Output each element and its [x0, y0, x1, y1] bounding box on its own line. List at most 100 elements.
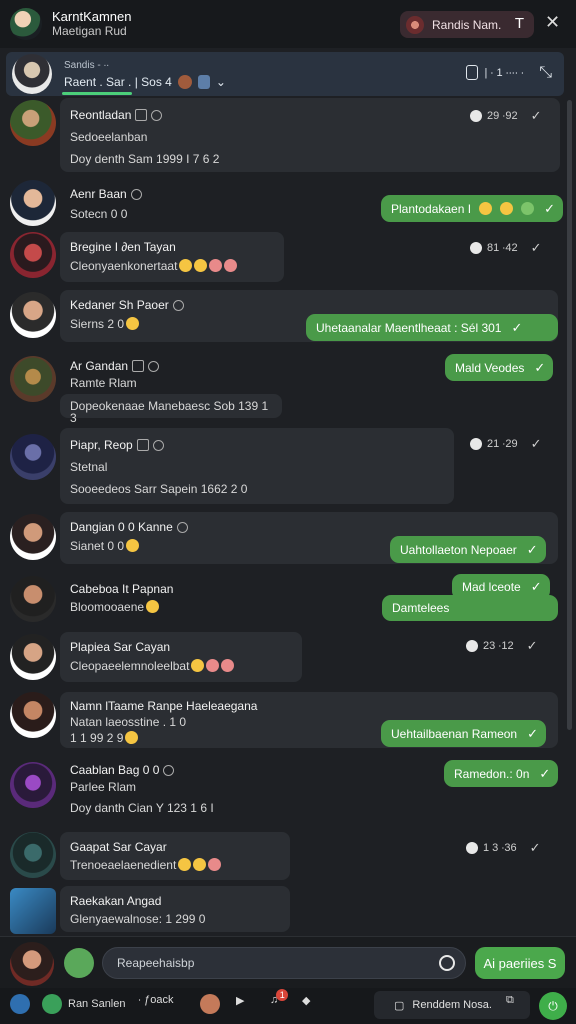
bottom-item-feedback[interactable]: ∙ ƒoack	[138, 994, 173, 1006]
attach-icon[interactable]	[439, 955, 455, 971]
info-icon	[172, 300, 184, 311]
message-row[interactable]: Reontladan Sedoeelanban Doy denth Sam 19…	[0, 98, 566, 174]
user-avatar[interactable]	[10, 942, 54, 986]
avatar[interactable]	[10, 232, 56, 278]
send-button[interactable]: Ai paeriies S	[475, 947, 565, 979]
avatar[interactable]	[10, 100, 56, 146]
sender-name-text: Dangian 0 0 Kanne	[70, 520, 173, 534]
message-bubble[interactable]: Raekakan Angad Glenyaewalnose: 1 299 0	[60, 886, 290, 932]
pill-avatar	[406, 15, 424, 34]
avatar[interactable]	[10, 180, 56, 226]
scrollbar[interactable]	[567, 100, 572, 730]
bottom-item-home[interactable]	[10, 994, 30, 1014]
media-icon	[132, 360, 145, 372]
message-row[interactable]: Caablan Bag 0 0 Parlee Rlam Doy danth Ci…	[0, 760, 566, 826]
message-list[interactable]: Reontladan Sedoeelanban Doy denth Sam 19…	[0, 98, 566, 934]
power-button[interactable]: ⏻	[539, 992, 567, 1020]
outgoing-bubble[interactable]: Damtelees	[382, 595, 558, 621]
message-row[interactable]: Dangian 0 0 Kanne Sianet 0 0 Uahtollaeto…	[0, 512, 566, 568]
text-icon[interactable]: T	[515, 15, 524, 32]
diamond-icon: ◆	[302, 995, 311, 1007]
profile-pill-button[interactable]: Randis Nam. T	[400, 11, 534, 38]
avatar[interactable]	[10, 514, 56, 560]
assistant-icon[interactable]	[64, 948, 94, 978]
avatar[interactable]	[10, 434, 56, 480]
outgoing-text: Uehtailbaenan Rameon	[391, 726, 518, 741]
info-icon	[148, 361, 160, 372]
outgoing-bubble[interactable]: Mald Veodes ✓	[445, 354, 554, 381]
message-line-text: Sianet 0 0	[70, 539, 125, 553]
message-row[interactable]: Cabeboa It Papnan Bloomooaene Mad lceote…	[0, 574, 566, 624]
bottom-item-window[interactable]: ⧉	[506, 994, 514, 1007]
avatar[interactable]	[10, 692, 56, 738]
outgoing-bubble[interactable]: Ramedon.: 0n ✓	[444, 760, 559, 787]
header-progress-bar	[62, 92, 132, 95]
message-row[interactable]: Gaapat Sar Cayar Trenoeaelaenedient 1 3 …	[0, 832, 566, 884]
chat-header-meta[interactable]: | ∙ 1 ∙∙∙∙ ∙	[466, 65, 524, 80]
message-bubble[interactable]: Piapr, Reop Stetnal Sooeedeos Sarr Sapei…	[60, 428, 454, 504]
avatar[interactable]	[10, 888, 56, 934]
avatar[interactable]	[10, 832, 56, 878]
bottom-item-diamond[interactable]: ◆	[302, 994, 310, 1007]
outgoing-bubble[interactable]: Uhetaanalar Maentlheaat : Sél 301 ✓	[306, 314, 558, 341]
emoji-icon	[126, 317, 140, 330]
bottom-bar: Ran Sanlen ∙ ƒoack ▶ ♫ 1 ◆ ▢ Renddem Nos…	[0, 988, 576, 1024]
message-row[interactable]: Kedaner Sh Paoer Sierns 2 0 Uhetaanalar …	[0, 290, 566, 350]
bottom-item-notifications[interactable]: ♫ 1	[270, 989, 289, 1006]
chevron-down-icon[interactable]: ⌄	[216, 74, 226, 90]
message-time: 1 3 ∙36	[483, 842, 517, 854]
sender-name: Aenr Baan	[70, 184, 142, 204]
message-row[interactable]: Raekakan Angad Glenyaewalnose: 1 299 0	[0, 886, 566, 934]
sender-name: Kedaner Sh Paoer	[70, 296, 550, 315]
outgoing-bubble[interactable]: Uahtollaeton Nepoaer ✓	[390, 536, 546, 563]
avatar[interactable]	[10, 634, 56, 680]
pill-label: Randis Nam.	[432, 17, 502, 32]
bird-icon	[10, 994, 30, 1014]
check-icon: ✓	[534, 359, 546, 375]
message-row[interactable]: Bregine I ∂en Tayan Cleonyaenkonertaat 8…	[0, 232, 566, 288]
message-line: Cleopaeelemnoleelbat	[70, 657, 294, 676]
check-icon: ✓	[530, 579, 542, 594]
outgoing-bubble[interactable]: Plantodakaen I ✓	[381, 195, 563, 222]
message-bubble[interactable]: Bregine I ∂en Tayan Cleonyaenkonertaat	[60, 232, 284, 282]
message-input[interactable]: Reapeehaisbp	[102, 947, 466, 979]
avatar[interactable]	[10, 356, 56, 402]
sender-name: Namn lTaame Ranpe Haeleaegana	[70, 699, 258, 713]
collapse-icon[interactable]: ⤡	[539, 64, 552, 82]
emoji-icon	[179, 259, 193, 272]
message-row[interactable]: Piapr, Reop Stetnal Sooeedeos Sarr Sapei…	[0, 428, 566, 508]
message-line: Sedoeelanban	[70, 130, 148, 144]
avatar[interactable]	[10, 762, 56, 808]
message-time: 81 ∙42	[487, 242, 518, 254]
chat-header-subtitle: Sandis - ∙∙	[64, 60, 110, 71]
message-bubble[interactable]: Gaapat Sar Cayar Trenoeaelaenedient	[60, 832, 290, 880]
message-row[interactable]: Plapiea Sar Cayan Cleopaeelemnoleelbat 2…	[0, 632, 566, 686]
profile-avatar[interactable]	[10, 8, 42, 40]
chat-avatar[interactable]	[12, 54, 52, 94]
emoji-icon	[126, 539, 140, 552]
avatar[interactable]	[10, 292, 56, 338]
composer: Reapeehaisbp Ai paeriies S	[0, 936, 576, 988]
status-icon	[466, 842, 478, 854]
bottom-item-play[interactable]: ▶	[236, 994, 244, 1007]
avatar[interactable]	[10, 576, 56, 622]
profile-icon	[42, 994, 62, 1014]
sender-name: Dangian 0 0 Kanne	[70, 518, 550, 537]
message-row[interactable]: Aenr Baan Sotecn 0 0 Plantodakaen I ✓	[0, 178, 566, 230]
message-bubble[interactable]: Plapiea Sar Cayan Cleopaeelemnoleelbat	[60, 632, 302, 682]
message-meta: 21 ∙29 ✓	[470, 436, 542, 452]
bottom-item-profile[interactable]: Ran Sanlen	[42, 994, 126, 1014]
outgoing-text: Mald Veodes	[455, 360, 525, 375]
message-row[interactable]: Namn lTaame Ranpe Haeleaegana Natan laeo…	[0, 692, 566, 752]
message-line-text: Bloomooaene	[70, 600, 145, 614]
chat-header[interactable]: Sandis - ∙∙ Raent . Sar . | Sos 4 ⌄ | ∙ …	[6, 52, 564, 96]
bottom-item-avatar[interactable]	[200, 994, 220, 1014]
message-bubble[interactable]: Dopeokenaae Manebaesc Sob 139 1 3	[60, 394, 282, 424]
mini-avatar-icon	[177, 75, 192, 89]
message-line: Dopeokenaae Manebaesc Sob 139 1 3	[70, 399, 269, 425]
outgoing-bubble[interactable]: Uehtailbaenan Rameon ✓	[381, 720, 546, 747]
close-icon[interactable]: ✕	[545, 12, 560, 33]
random-mode-label: Renddem Nosa.	[412, 999, 492, 1011]
message-row[interactable]: Ar Gandan Ramte Rlam Dopeokenaae Manebae…	[0, 354, 566, 424]
message-line: Glenyaewalnose: 1 299 0	[70, 912, 206, 926]
